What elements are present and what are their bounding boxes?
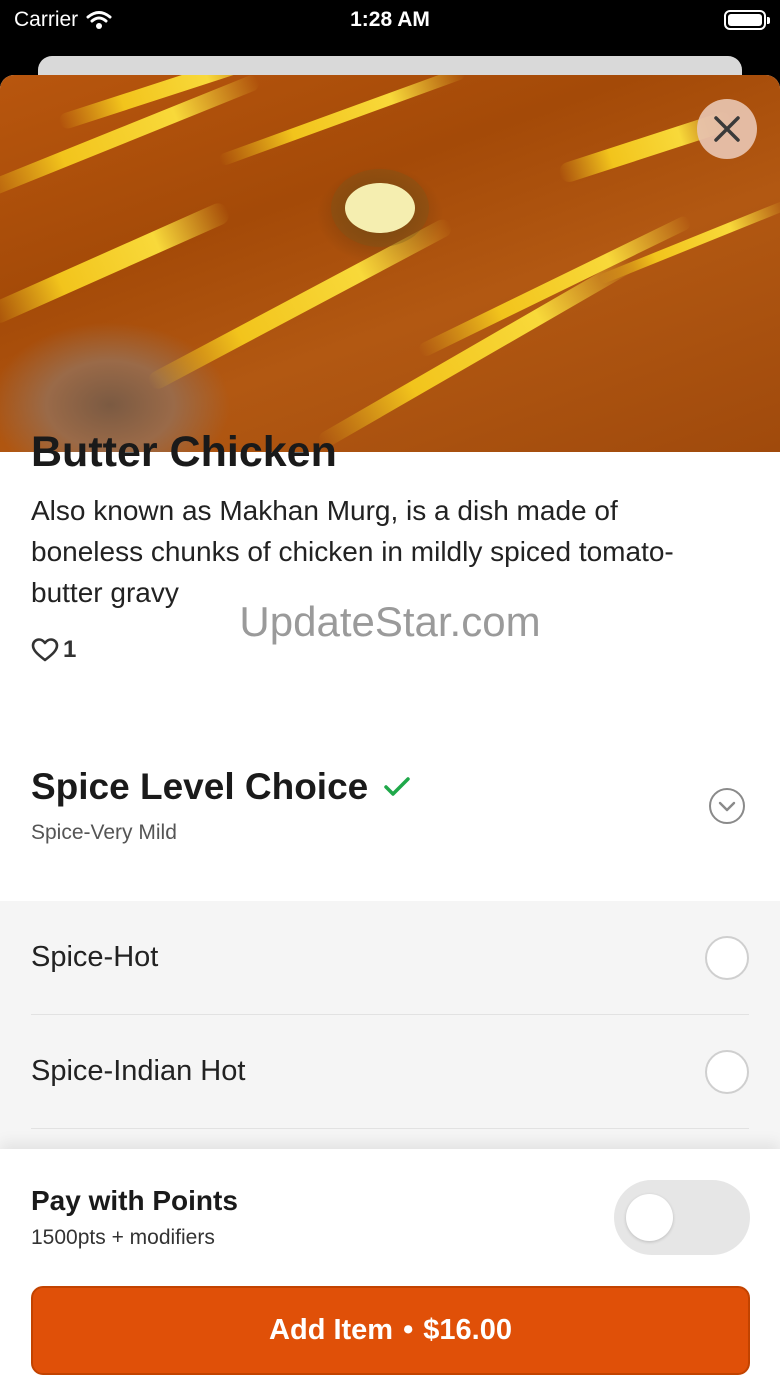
pay-with-points-subtitle: 1500pts + modifiers	[31, 1226, 215, 1249]
option-spice-hot[interactable]: Spice-Hot	[31, 901, 749, 1015]
option-label: Spice-Hot	[31, 941, 159, 973]
modifier-collapse-button[interactable]	[709, 788, 745, 824]
close-icon	[714, 116, 740, 142]
chevron-down-icon	[718, 801, 736, 812]
radio-button[interactable]	[705, 935, 749, 980]
add-item-button[interactable]: Add Item • $16.00	[31, 1286, 750, 1375]
radio-button[interactable]	[705, 1049, 749, 1094]
add-item-label: Add Item	[269, 1314, 394, 1346]
pay-with-points-toggle[interactable]	[614, 1180, 750, 1255]
item-title: Butter Chicken	[31, 428, 337, 476]
close-button[interactable]	[697, 99, 757, 159]
checkout-footer: Pay with Points 1500pts + modifiers Add …	[0, 1149, 780, 1387]
modifier-selected-value: Spice-Very Mild	[31, 821, 177, 844]
option-spice-indian-hot[interactable]: Spice-Indian Hot	[31, 1015, 749, 1129]
battery-icon	[724, 10, 770, 30]
watermark: UpdateStar.com	[239, 598, 541, 645]
check-icon	[384, 777, 410, 796]
item-photo	[0, 75, 780, 452]
separator-dot: •	[403, 1314, 414, 1346]
option-label: Spice-Indian Hot	[31, 1055, 246, 1087]
item-price: $16.00	[423, 1314, 512, 1346]
pay-with-points-title: Pay with Points	[31, 1185, 238, 1216]
modifier-group-title: Spice Level Choice	[31, 766, 410, 808]
status-bar: Carrier 1:28 AM	[0, 0, 780, 40]
modifier-title-label: Spice Level Choice	[31, 766, 369, 807]
item-description: Also known as Makhan Murg, is a dish mad…	[31, 495, 674, 608]
clock: 1:28 AM	[350, 8, 430, 31]
